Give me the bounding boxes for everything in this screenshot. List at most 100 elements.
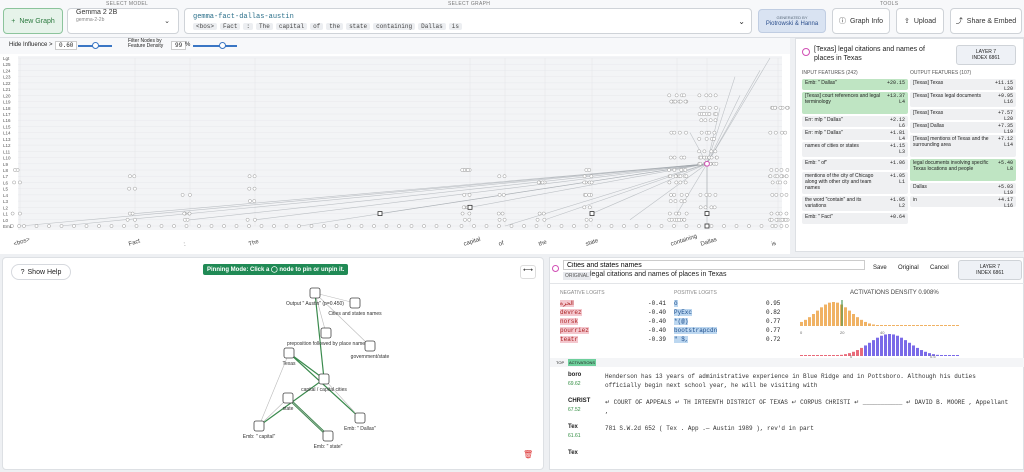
input-feature-row[interactable]: the word "contain" and its variations +1.… [802, 196, 908, 211]
graph-node[interactable] [496, 211, 501, 216]
graph-node[interactable] [188, 193, 192, 197]
graph-node[interactable] [714, 112, 719, 116]
graph-node[interactable] [678, 174, 683, 179]
graph-node[interactable] [460, 168, 465, 172]
graph-node[interactable] [589, 180, 594, 185]
subgraph-node-govt[interactable] [364, 340, 376, 352]
selected-node[interactable] [704, 160, 710, 167]
graph-node[interactable] [673, 199, 678, 203]
graph-node[interactable] [463, 217, 467, 222]
graph-node[interactable] [253, 217, 257, 222]
graph-node[interactable] [540, 180, 545, 185]
graph-node[interactable] [779, 193, 784, 197]
graph-node[interactable] [245, 217, 250, 222]
hide-influence-value[interactable]: 0.60 [55, 41, 78, 50]
graph-node[interactable] [674, 93, 679, 98]
output-feature-row[interactable]: Dallas +5.03 L19 [910, 183, 1016, 196]
graph-node[interactable] [703, 118, 708, 123]
subgraph-node-state[interactable] [282, 392, 294, 404]
embedding-node[interactable] [209, 224, 214, 228]
graph-node[interactable] [684, 174, 689, 179]
graph-node[interactable] [704, 93, 709, 98]
feature-label-input[interactable] [563, 260, 865, 270]
subgraph-node-output[interactable] [309, 287, 321, 299]
subgraph-node-emb_state[interactable] [322, 430, 334, 442]
graph-node[interactable] [684, 211, 689, 216]
graph-node[interactable] [677, 211, 682, 216]
embedding-node[interactable] [722, 224, 726, 228]
original-button[interactable]: Original [898, 265, 919, 271]
output-feature-row[interactable]: [Texas] mentions of Texas and the surrou… [910, 135, 1016, 157]
graph-node[interactable] [185, 217, 190, 222]
output-feature-row[interactable]: legal documents involving specific Texas… [910, 159, 1016, 181]
embedding-node[interactable] [259, 224, 264, 228]
embedding-node[interactable] [634, 224, 639, 228]
graph-node[interactable] [130, 211, 135, 216]
tab-activations[interactable]: ACTIVATIONS [568, 359, 597, 366]
graph-node[interactable] [769, 211, 774, 216]
graph-node[interactable] [712, 130, 717, 135]
graph-node[interactable] [778, 211, 783, 216]
graph-node[interactable] [674, 211, 678, 216]
embedding-node[interactable] [272, 224, 276, 228]
embedding-node[interactable] [172, 224, 176, 228]
graph-node[interactable] [10, 224, 14, 228]
embedding-node[interactable] [747, 224, 751, 228]
slider-handle[interactable] [219, 42, 226, 49]
graph-node[interactable] [712, 205, 717, 210]
graph-node[interactable] [697, 93, 702, 98]
graph-node[interactable] [774, 193, 779, 197]
graph-node[interactable] [672, 130, 677, 135]
embedding-node[interactable] [359, 224, 364, 228]
graph-node[interactable] [702, 105, 707, 110]
graph-node[interactable] [702, 112, 706, 116]
graph-node[interactable] [252, 174, 257, 179]
embedding-node[interactable] [522, 224, 526, 228]
graph-node[interactable] [187, 211, 192, 216]
graph-node[interactable] [677, 217, 681, 222]
embedding-node[interactable] [122, 224, 126, 228]
embedding-node[interactable] [384, 224, 389, 228]
graph-node[interactable] [774, 168, 779, 172]
graph-node[interactable] [784, 211, 789, 216]
graph-node[interactable] [702, 149, 707, 154]
upload-button[interactable]: ⇪ Upload [896, 8, 944, 34]
graph-node[interactable] [672, 155, 677, 160]
attribution-graph-svg[interactable]: LgtL25L24L23L22L21L20L19L18L17L16L15L14L… [0, 54, 790, 254]
embedding-node[interactable] [697, 224, 701, 228]
graph-node[interactable] [785, 105, 790, 110]
graph-node[interactable] [679, 199, 684, 203]
graph-node[interactable] [682, 93, 686, 98]
graph-node[interactable] [497, 217, 502, 222]
graph-node[interactable] [685, 193, 689, 197]
graph-node[interactable] [699, 130, 704, 135]
graph-node[interactable] [697, 137, 702, 141]
embedding-node[interactable] [572, 224, 576, 228]
output-feature-row[interactable]: in +4.17 L16 [910, 196, 1016, 209]
graph-node[interactable] [678, 99, 683, 104]
graph-node[interactable] [668, 174, 673, 179]
embedding-node[interactable] [659, 224, 664, 228]
hide-influence-slider[interactable] [78, 42, 112, 49]
graph-node[interactable] [699, 155, 703, 160]
graph-node[interactable] [683, 168, 688, 172]
filter-slider[interactable] [193, 42, 237, 49]
embedding-node[interactable] [534, 224, 539, 228]
graph-node[interactable] [698, 205, 703, 210]
output-feature-row[interactable]: [Texas] Texas +7.57 L20 [910, 109, 1016, 122]
attribution-graph[interactable]: Lgt L25 L24 L23 L22 L21 L20 L19 L18 L17 L16 L15 L14 L… [0, 54, 790, 254]
graph-node[interactable] [467, 217, 472, 222]
graph-node[interactable] [704, 137, 709, 141]
graph-node[interactable] [780, 217, 785, 222]
graph-node[interactable] [582, 205, 587, 210]
embedding-node[interactable] [72, 224, 76, 228]
graph-node[interactable] [702, 155, 707, 160]
graph-node[interactable] [698, 193, 703, 197]
embedding-node[interactable] [284, 224, 289, 228]
graph-node[interactable] [582, 180, 587, 185]
embedding-node[interactable] [459, 224, 464, 228]
input-feature-row[interactable]: Emb: " Fact" +0.64 [802, 213, 908, 224]
graph-node[interactable] [497, 193, 502, 197]
graph-node[interactable] [133, 186, 137, 191]
graph-node[interactable] [775, 174, 780, 179]
